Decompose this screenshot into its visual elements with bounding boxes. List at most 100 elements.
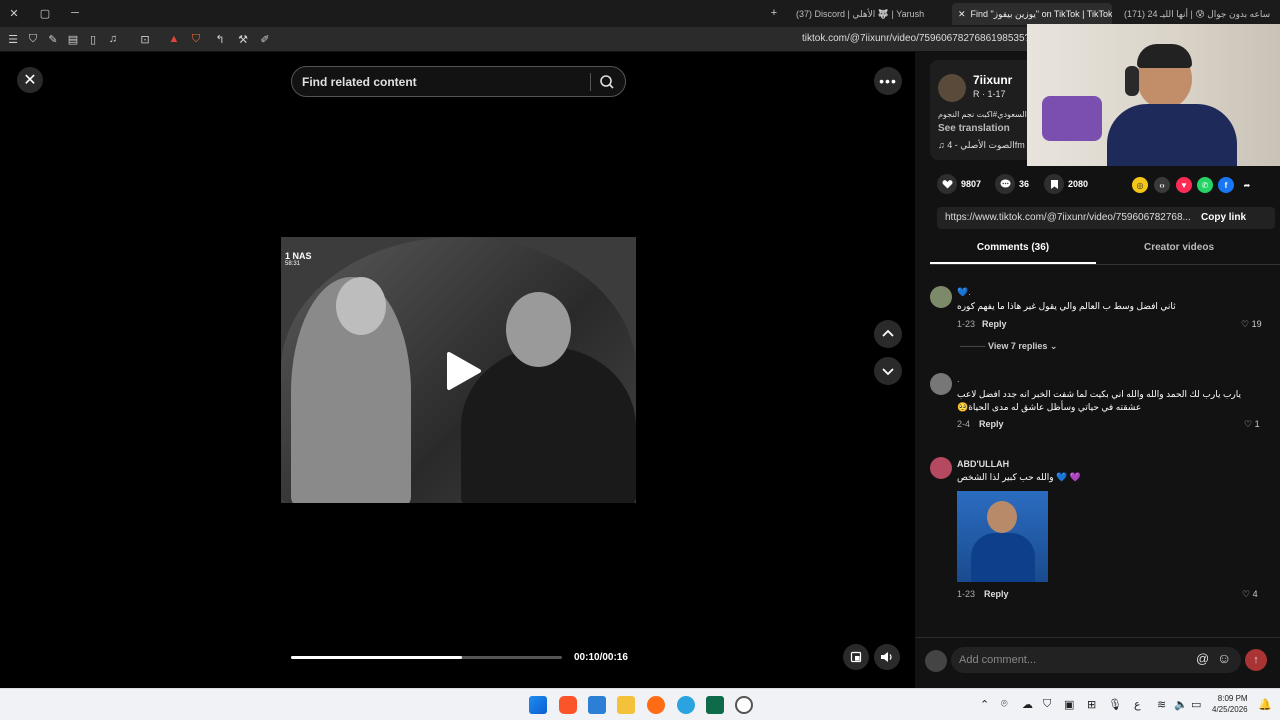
save-count: 2080 [1068, 179, 1089, 189]
tray-chevron-icon[interactable]: ⌃ [980, 698, 989, 711]
save-button[interactable] [1044, 174, 1064, 194]
screenshot-icon[interactable]: ⊡ [138, 32, 152, 46]
tab-youtube[interactable]: (171) 24 ساعه بدون جوال 😰 | أنها الليـ [1118, 3, 1280, 25]
webcam-person-shirt [1107, 104, 1237, 166]
brave-rewards-icon[interactable]: ▲ [167, 32, 181, 46]
volume-button[interactable] [874, 644, 900, 670]
music-line[interactable]: ♫ الصوت الأصلي - 4fm [938, 140, 1025, 151]
microphone-icon[interactable]: 🎙 [1108, 698, 1122, 711]
comment-reply-button[interactable]: Reply [982, 319, 1007, 329]
notification-icon[interactable]: 🔔 [1258, 698, 1272, 711]
author-avatar[interactable] [938, 74, 966, 102]
search-bar[interactable] [291, 66, 626, 97]
back-icon[interactable]: ↰ [213, 32, 227, 46]
emoji-icon[interactable]: ☺ [1217, 650, 1231, 666]
music-icon[interactable]: ♫ [106, 32, 120, 46]
tray-app-icon[interactable]: ⌾ [1001, 698, 1008, 711]
facebook-icon[interactable]: f [1218, 177, 1234, 193]
tray-icon[interactable]: ▣ [1064, 698, 1074, 711]
battery-icon[interactable]: ▭ [1191, 698, 1201, 711]
vscode-icon[interactable] [588, 696, 606, 714]
like-button[interactable] [937, 174, 957, 194]
menu-icon[interactable]: ☰ [6, 32, 20, 46]
tab-label: (171) 24 ساعه بدون جوال 😰 | أنها الليـ [1124, 8, 1271, 19]
brave-shield-icon[interactable]: ⛉ [189, 32, 203, 46]
close-tab-icon[interactable]: ✕ [958, 9, 966, 20]
keyboard-language-icon[interactable]: ع [1134, 698, 1141, 711]
comment-username[interactable]: . [957, 374, 960, 384]
tab-creator-videos[interactable]: Creator videos [1096, 242, 1262, 264]
whatsapp-icon[interactable]: ✆ [1197, 177, 1213, 193]
telegram-icon[interactable] [677, 696, 695, 714]
comment-username[interactable]: 💙. [957, 287, 971, 298]
close-button[interactable]: ✕ [17, 67, 43, 93]
copy-link-button[interactable]: Copy link [1201, 212, 1246, 223]
search-input[interactable] [302, 67, 582, 96]
tray-cloud-icon[interactable]: ☁ [1022, 698, 1033, 711]
view-replies-button[interactable]: ──── View 7 replies ⌄ [960, 341, 1057, 352]
comment-text: يارب يارب لك الحمد والله والله اني بكيت … [957, 389, 1242, 412]
comment-input-wrapper: @ ☺ [951, 647, 1241, 673]
new-tab-icon[interactable]: + [767, 6, 781, 20]
comment-like-button[interactable]: ♡ 19 [1241, 319, 1262, 330]
next-video-button[interactable] [874, 357, 902, 385]
video-figure-left-head [336, 277, 386, 335]
send-to-friends-icon[interactable]: ▼ [1176, 177, 1192, 193]
video-player[interactable]: 1 NAS 58:31 [281, 237, 636, 503]
tab-overview-icon[interactable]: ▢ [38, 6, 52, 20]
comment-avatar[interactable] [930, 373, 952, 395]
extension-icon[interactable]: ✎ [46, 32, 60, 46]
sidebar-icon[interactable]: ▯ [86, 32, 100, 46]
mention-icon[interactable]: @ [1196, 651, 1209, 666]
comment-input[interactable] [959, 647, 1184, 673]
tabs-icon[interactable]: ▤ [66, 32, 80, 46]
tab-label: (37) Discord | الأهلي 🐺 | Yarush [796, 8, 925, 19]
comment-reply-button[interactable]: Reply [979, 419, 1004, 429]
clock-date: 4/25/2026 [1212, 705, 1248, 714]
author-name[interactable]: 7iixunr [973, 73, 1012, 87]
share-link-text[interactable]: https://www.tiktok.com/@7iixunr/video/75… [945, 212, 1190, 223]
wifi-icon[interactable]: ≋ [1157, 698, 1166, 711]
previous-video-button[interactable] [874, 320, 902, 348]
user-avatar [925, 650, 947, 672]
comment-reply-button[interactable]: Reply [984, 589, 1009, 599]
tab-comments[interactable]: Comments (36) [930, 242, 1096, 264]
search-icon[interactable] [597, 72, 617, 92]
heart-outline-icon: ♡ [1242, 589, 1253, 599]
comment-like-button[interactable]: ♡ 1 [1244, 419, 1260, 430]
brave-browser-icon[interactable] [559, 696, 577, 714]
comment-like-button[interactable]: ♡ 4 [1242, 589, 1258, 600]
system-clock[interactable]: 8:09 PM 4/25/2026 [1212, 693, 1248, 715]
pen-icon[interactable]: ✐ [258, 32, 272, 46]
comment-button[interactable] [995, 174, 1015, 194]
tab-discord[interactable]: (37) Discord | الأهلي 🐺 | Yarush [790, 3, 950, 25]
post-comment-button[interactable]: ↑ [1245, 649, 1267, 671]
comment-image[interactable] [957, 491, 1048, 582]
comment-username[interactable]: ABD'ULLAH [957, 459, 1009, 469]
tools-icon[interactable]: ⚒ [236, 32, 250, 46]
app-github-icon[interactable] [735, 696, 753, 714]
minimize-icon[interactable]: ─ [68, 6, 82, 20]
tab-tiktok[interactable]: ✕ Find "يوزين بيفوز" on TikTok | TikTok [952, 3, 1112, 25]
comment-avatar[interactable] [930, 286, 952, 308]
address-bar[interactable]: tiktok.com/@7iixunr/video/75960678276861… [802, 33, 1042, 44]
comment-avatar[interactable] [930, 457, 952, 479]
video-progress-bar[interactable] [291, 656, 562, 659]
embed-icon[interactable]: ‹› [1154, 177, 1170, 193]
tray-icon[interactable]: ⊞ [1087, 698, 1096, 711]
more-options-button[interactable]: ••• [874, 67, 902, 95]
windows-start-icon[interactable] [529, 696, 547, 714]
video-badge: 1 NAS 58:31 [285, 251, 312, 267]
app-green-icon[interactable] [706, 696, 724, 714]
app-orange-icon[interactable] [647, 696, 665, 714]
share-icon[interactable]: ➦ [1239, 177, 1255, 193]
close-window-icon[interactable]: ✕ [7, 6, 21, 20]
picture-in-picture-button[interactable] [843, 644, 869, 670]
see-translation-link[interactable]: See translation [938, 123, 1010, 134]
tray-security-icon[interactable]: ⛉ [1043, 698, 1051, 711]
speaker-icon[interactable]: 🔈 [1174, 698, 1188, 711]
play-icon[interactable] [443, 350, 483, 392]
shield-icon[interactable]: ⛉ [26, 32, 40, 46]
file-explorer-icon[interactable] [617, 696, 635, 714]
coin-icon[interactable]: ◎ [1132, 177, 1148, 193]
